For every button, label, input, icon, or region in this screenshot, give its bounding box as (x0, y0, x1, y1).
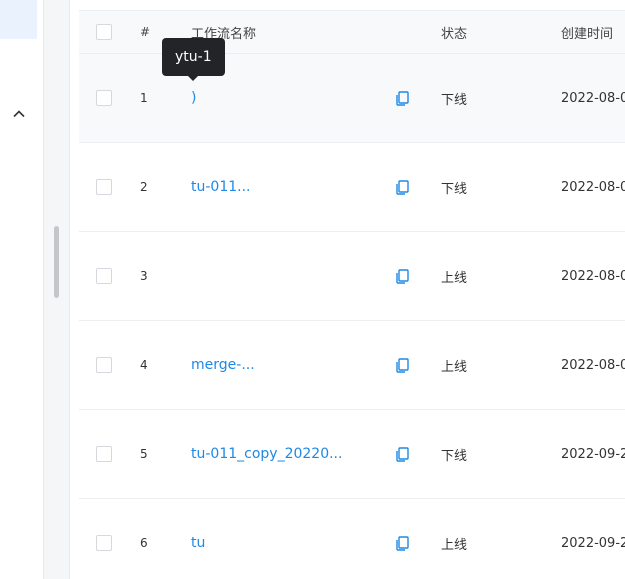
row-index: 1 (140, 91, 148, 105)
row-status: 下线 (441, 181, 468, 197)
copy-icon[interactable] (395, 357, 409, 373)
table-row: 2 tu-011... 下线 2022-08-04 (79, 143, 625, 232)
row-status: 下线 (441, 92, 468, 108)
row-status: 上线 (441, 359, 468, 375)
table-header-row: # 工作流名称 状态 创建时间 (79, 10, 625, 54)
name-tooltip: ytu-1 (162, 38, 225, 76)
table-row: 4 merge-... 上线 2022-08-04 (79, 321, 625, 410)
header-index: # (140, 25, 151, 39)
row-created: 2022-08-04 (561, 357, 625, 373)
row-status: 下线 (441, 448, 468, 464)
workflow-table-card: # 工作流名称 状态 创建时间 1 ) 下线 2022-08-05 2 tu-0… (69, 0, 625, 579)
table-row: 6 tu 上线 2022-09-26 (79, 499, 625, 579)
select-all-checkbox[interactable] (96, 24, 112, 40)
row-checkbox[interactable] (96, 535, 112, 551)
copy-icon[interactable] (395, 179, 409, 195)
row-created: 2022-08-04 (561, 179, 625, 195)
row-index: 6 (140, 536, 148, 550)
table-row: 5 tu-011_copy_20220... 下线 2022-09-26 (79, 410, 625, 499)
table-row: 3 上线 2022-08-05 (79, 232, 625, 321)
row-checkbox[interactable] (96, 446, 112, 462)
copy-icon[interactable] (395, 90, 409, 106)
row-created: 2022-08-05 (561, 268, 625, 284)
row-checkbox[interactable] (96, 268, 112, 284)
workflow-name-link[interactable]: merge-... (191, 321, 255, 409)
row-index: 3 (140, 269, 148, 283)
scrollbar[interactable] (54, 226, 59, 298)
row-index: 5 (140, 447, 148, 461)
left-panel (0, 0, 44, 579)
row-index: 2 (140, 180, 148, 194)
row-created: 2022-09-26 (561, 446, 625, 462)
copy-icon[interactable] (395, 446, 409, 462)
row-status: 上线 (441, 537, 468, 553)
copy-icon[interactable] (395, 535, 409, 551)
workflow-name-link[interactable]: tu-011... (191, 143, 251, 231)
left-panel-selected-item[interactable] (0, 0, 37, 39)
workflow-name-link[interactable]: tu-011_copy_20220... (191, 410, 342, 498)
row-checkbox[interactable] (96, 90, 112, 106)
row-checkbox[interactable] (96, 179, 112, 195)
row-checkbox[interactable] (96, 357, 112, 373)
header-created: 创建时间 (561, 26, 614, 42)
workflow-table: # 工作流名称 状态 创建时间 1 ) 下线 2022-08-05 2 tu-0… (79, 10, 625, 579)
header-status: 状态 (441, 26, 468, 42)
row-index: 4 (140, 358, 148, 372)
row-status: 上线 (441, 270, 468, 286)
row-created: 2022-08-05 (561, 90, 625, 106)
chevron-up-icon[interactable] (11, 106, 27, 122)
tooltip-arrow (187, 75, 199, 81)
row-created: 2022-09-26 (561, 535, 625, 551)
workflow-name-link[interactable]: tu (191, 499, 205, 579)
copy-icon[interactable] (395, 268, 409, 284)
table-row: 1 ) 下线 2022-08-05 (79, 54, 625, 143)
